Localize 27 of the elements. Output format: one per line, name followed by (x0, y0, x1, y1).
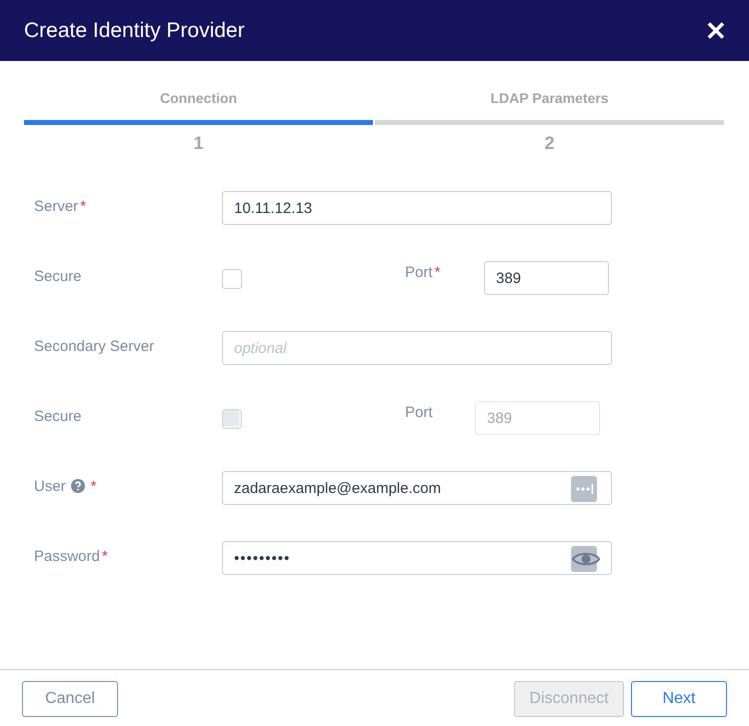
field-label: Secondary Server (34, 338, 154, 354)
field-label: Port (405, 264, 433, 281)
field-label: Secure (34, 268, 82, 284)
field-label: Password (34, 548, 100, 564)
required-mark: * (102, 548, 108, 564)
step-number: 2 (544, 133, 554, 154)
step-number: 1 (193, 133, 204, 154)
port-field[interactable]: 389 (484, 261, 609, 295)
field-label: User (34, 478, 66, 494)
show-password-icon[interactable] (571, 546, 601, 572)
required-mark: * (434, 264, 440, 281)
step-label: Connection (160, 90, 237, 108)
help-icon[interactable] (70, 479, 85, 493)
input-field[interactable]: zadaraexample@example.com (222, 471, 612, 505)
input-field[interactable]: 10.11.12.13 (222, 191, 612, 225)
password-manager-icon[interactable] (571, 476, 597, 502)
next-button[interactable]: Next (631, 681, 727, 717)
field-label: Server (34, 198, 78, 214)
close-button[interactable]: ✕ (705, 18, 727, 44)
step-label: LDAP Parameters (490, 90, 609, 108)
input-field[interactable]: ••••••••• (222, 541, 612, 575)
dialog-title: Create Identity Provider (24, 18, 245, 42)
required-mark: * (90, 478, 97, 494)
checkbox[interactable] (222, 269, 242, 289)
field-label: Secure (34, 408, 82, 424)
required-mark: * (80, 198, 86, 214)
field-label: Port (405, 404, 433, 421)
